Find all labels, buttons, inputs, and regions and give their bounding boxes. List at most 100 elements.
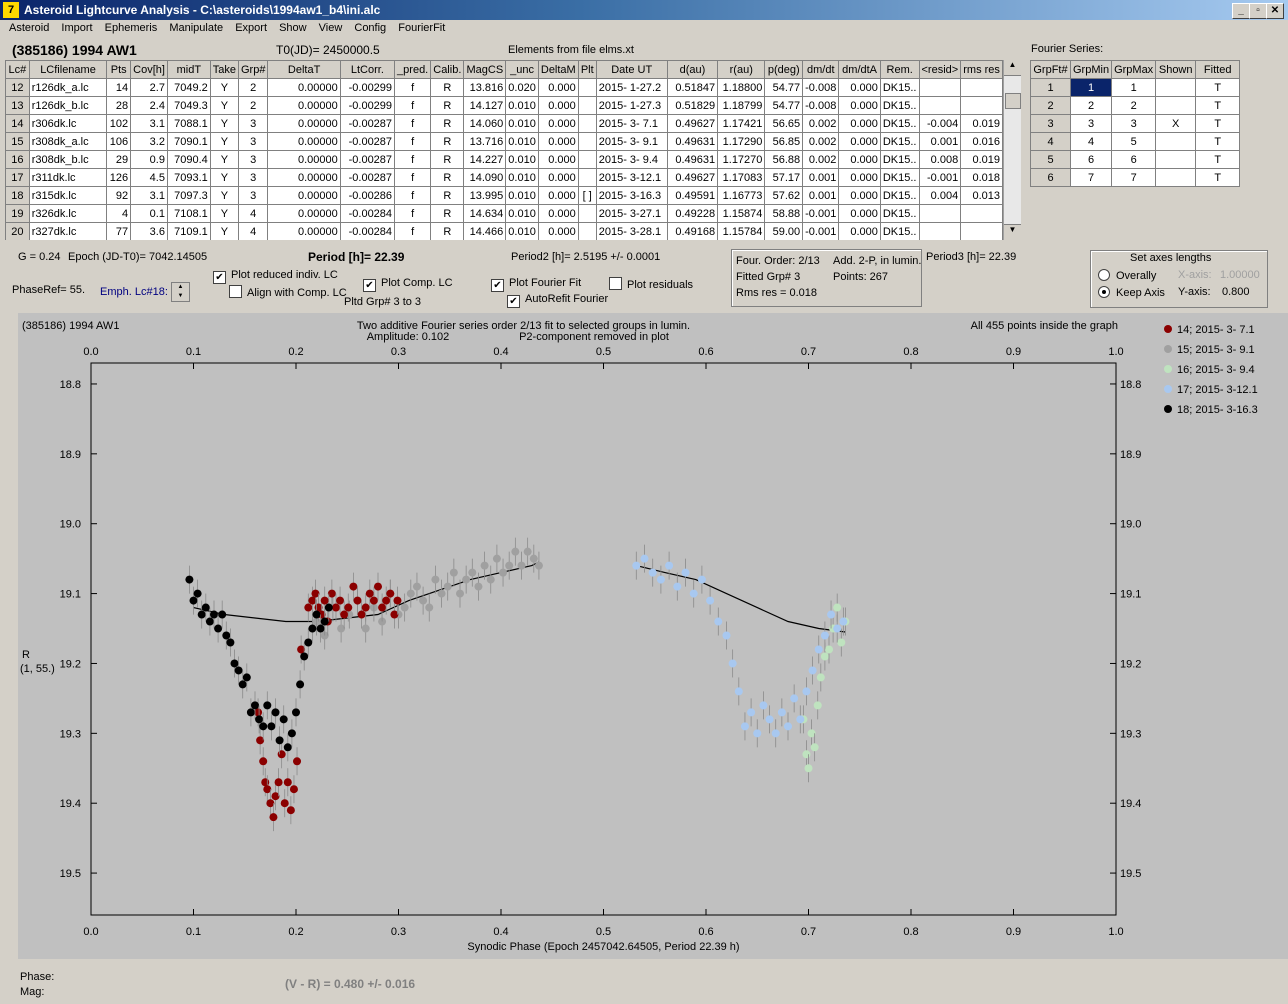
menu-fourierfit[interactable]: FourierFit: [398, 22, 445, 34]
fourier-cell[interactable]: T: [1195, 96, 1241, 115]
lc-row-number[interactable]: 17: [5, 168, 30, 187]
lc-table-cell[interactable]: 0.51847: [666, 78, 719, 97]
lc-table-cell[interactable]: 0.000: [838, 222, 881, 240]
fourier-cell[interactable]: 5: [1111, 132, 1157, 151]
lc-table-cell[interactable]: [918, 78, 962, 97]
lc-table-cell[interactable]: 2015- 3- 9.1: [595, 132, 668, 151]
lc-table-cell[interactable]: 0.49168: [666, 222, 719, 240]
lc-table-cell[interactable]: [577, 222, 597, 240]
fourier-cell[interactable]: [1155, 78, 1197, 97]
lc-table-cell[interactable]: 0.1: [130, 204, 168, 223]
lc-table-cell[interactable]: 0.001: [918, 132, 962, 151]
lc-table-cell[interactable]: 57.62: [764, 186, 804, 205]
lc-table-cell[interactable]: R: [430, 96, 465, 115]
lc-table-cell[interactable]: 1.17270: [717, 150, 766, 169]
fourier-cell[interactable]: 3: [1111, 114, 1157, 133]
lc-table-cell[interactable]: 7097.3: [166, 186, 211, 205]
lc-table-cell[interactable]: 0.018: [960, 168, 1003, 187]
lc-table-cell[interactable]: Y: [209, 96, 240, 115]
x-axis-value[interactable]: 1.00000: [1220, 269, 1260, 281]
lc-table-cell[interactable]: 2015- 3-27.1: [595, 204, 668, 223]
menu-view[interactable]: View: [319, 22, 343, 34]
lc-table-cell[interactable]: DK15..: [879, 186, 920, 205]
lc-table-cell[interactable]: [577, 132, 597, 151]
lc-table-cell[interactable]: 77: [106, 222, 132, 240]
lc-table-cell[interactable]: 0.000: [838, 150, 881, 169]
lc-table-cell[interactable]: 2015- 3- 9.4: [595, 150, 668, 169]
lc-table-cell[interactable]: R: [430, 204, 465, 223]
lc-table-cell[interactable]: 0.000: [838, 168, 881, 187]
lc-table-cell[interactable]: 13.816: [463, 78, 507, 97]
lc-table-cell[interactable]: f: [394, 186, 432, 205]
lc-table-cell[interactable]: 2015- 3-28.1: [595, 222, 668, 240]
lc-table-cell[interactable]: 28: [106, 96, 132, 115]
lc-table-cell[interactable]: 106: [106, 132, 132, 151]
lc-table-cell[interactable]: [918, 222, 962, 240]
lc-table-cell[interactable]: 1.15784: [717, 222, 766, 240]
fourier-cell[interactable]: 6: [1111, 150, 1157, 169]
lc-row-number[interactable]: 15: [5, 132, 30, 151]
lc-table-cell[interactable]: 0.010: [505, 132, 539, 151]
lc-table-cell[interactable]: 3: [237, 132, 269, 151]
lc-table-cell[interactable]: f: [394, 132, 432, 151]
lc-column-header[interactable]: Take: [209, 60, 240, 79]
menu-asteroid[interactable]: Asteroid: [9, 22, 49, 34]
lc-table-cell[interactable]: -0.001: [918, 168, 962, 187]
lightcurve-plot[interactable]: 0.0 0.0 0.1 0.1 0.2 0.2 0.3 0.3 0.4 0.4 0.5 0.5 0.6 0…: [18, 313, 1288, 959]
lc-table-cell[interactable]: 0.000: [838, 96, 881, 115]
keep-axis-radio[interactable]: Keep Axis: [1098, 286, 1165, 299]
lc-table-cell[interactable]: [577, 168, 597, 187]
lc-table-cell[interactable]: 56.85: [764, 132, 804, 151]
lc-table-cell[interactable]: 0.00000: [267, 114, 341, 133]
lc-column-header[interactable]: Pts: [106, 60, 132, 79]
lc-table-cell[interactable]: 14.127: [463, 96, 507, 115]
lc-row-number[interactable]: 20: [5, 222, 30, 240]
lc-table-cell[interactable]: Y: [209, 150, 240, 169]
lc-table-cell[interactable]: f: [394, 78, 432, 97]
menu-ephemeris[interactable]: Ephemeris: [105, 22, 158, 34]
lc-table-cell[interactable]: -0.00287: [339, 150, 396, 169]
lc-table-cell[interactable]: 0.002: [802, 114, 840, 133]
lc-table-row[interactable]: 14 r306dk.lc 102 3.1 7088.1 Y 3 0.00000 -0.00287…: [5, 114, 1003, 133]
fourier-row[interactable]: 333XT: [1030, 114, 1241, 133]
lc-table-cell[interactable]: 56.65: [764, 114, 804, 133]
lc-table-cell[interactable]: 4: [237, 204, 269, 223]
lc-column-header[interactable]: MagCS: [463, 60, 507, 79]
fourier-row[interactable]: 677T: [1030, 168, 1241, 187]
lc-table-row[interactable]: 12 r126dk_a.lc 14 2.7 7049.2 Y 2 0.00000 -0.0029…: [5, 78, 1003, 97]
lc-column-header[interactable]: DeltaM: [537, 60, 579, 79]
fourier-cell[interactable]: [1155, 132, 1197, 151]
lc-column-header[interactable]: Cov[h]: [130, 60, 168, 79]
fourier-cell[interactable]: [1155, 150, 1197, 169]
lc-table-cell[interactable]: 0.00000: [267, 168, 341, 187]
title-bar[interactable]: 7 Asteroid Lightcurve Analysis - C:\aste…: [0, 0, 1288, 20]
fourier-row[interactable]: 222T: [1030, 96, 1241, 115]
lc-table-cell[interactable]: 1.17290: [717, 132, 766, 151]
lc-column-header[interactable]: LtCorr.: [339, 60, 396, 79]
lc-table-cell[interactable]: 0.000: [838, 186, 881, 205]
lc-table-cell[interactable]: 14.227: [463, 150, 507, 169]
fourier-row-number[interactable]: 6: [1030, 168, 1071, 187]
lc-table-cell[interactable]: 1.15874: [717, 204, 766, 223]
fourier-cell[interactable]: T: [1195, 114, 1241, 133]
lc-table-cell[interactable]: 0.010: [505, 186, 539, 205]
lc-table-cell[interactable]: 13.995: [463, 186, 507, 205]
lc-table-cell[interactable]: R: [430, 150, 465, 169]
lc-table-cell[interactable]: 0.49627: [666, 168, 719, 187]
lc-table-cell[interactable]: 2015- 1-27.3: [595, 96, 668, 115]
lc-table-cell[interactable]: 0.019: [960, 114, 1003, 133]
lc-table-cell[interactable]: 7108.1: [166, 204, 211, 223]
menu-show[interactable]: Show: [279, 22, 307, 34]
lc-table-cell[interactable]: DK15..: [879, 204, 920, 223]
lc-table-cell[interactable]: r315dk.lc: [28, 186, 108, 205]
lc-table-cell[interactable]: 0.00000: [267, 186, 341, 205]
lc-table-cell[interactable]: 7090.4: [166, 150, 211, 169]
table-scrollbar[interactable]: ▲ ▼: [1003, 60, 1021, 240]
lc-column-header[interactable]: dm/dtA: [838, 60, 881, 79]
lc-table-cell[interactable]: 1.17083: [717, 168, 766, 187]
lc-table-cell[interactable]: -0.00299: [339, 78, 396, 97]
lc-table-cell[interactable]: 0.00000: [267, 150, 341, 169]
lc-table-cell[interactable]: 0.000: [537, 132, 579, 151]
lc-table-cell[interactable]: f: [394, 168, 432, 187]
lc-table-cell[interactable]: 29: [106, 150, 132, 169]
